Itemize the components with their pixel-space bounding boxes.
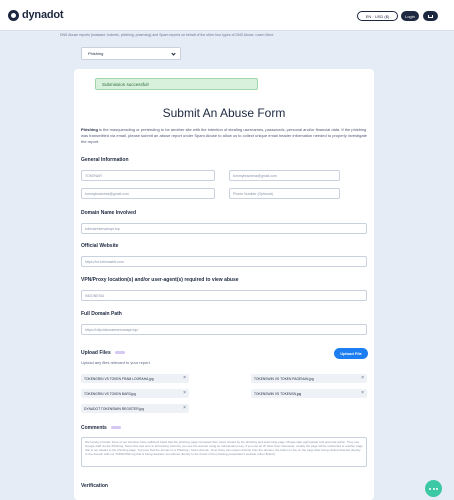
general-info-heading: General Information	[81, 157, 129, 163]
intro-term: Phishing	[81, 127, 98, 132]
upload-subtext: Upload any files relevant to your report…	[81, 360, 151, 365]
uploaded-file: TOKENGRIN VS TOKEN FRAM LOGRAHA.jpg ×	[81, 374, 189, 383]
comments-textarea[interactable]: We hereby provide: there of our intentio…	[81, 437, 367, 467]
page-scrollbar[interactable]	[449, 33, 452, 497]
uploaded-file: DYNADOT TOKENSWIN REGISTER.jpg ×	[81, 404, 189, 413]
name-field[interactable]: TOKENAR	[81, 170, 215, 181]
remove-file-icon[interactable]: ×	[361, 376, 364, 381]
language-currency-selector[interactable]: EN · USD ($)	[357, 11, 398, 21]
abuse-notice: DNS Abuse reports (malware, botnets, phi…	[60, 33, 274, 37]
phone-field[interactable]: Phone Number (Optional)	[229, 188, 340, 199]
cart-button[interactable]	[423, 11, 438, 21]
chevron-down-icon	[171, 51, 176, 56]
intro-text: is the masquerading or pretending to be …	[81, 127, 367, 144]
abuse-form-card: Submission successful! Submit An Abuse F…	[74, 69, 374, 500]
domain-involved-field[interactable]: tokenareservanapr.top	[81, 223, 367, 234]
upload-heading-text: Upload Files	[81, 350, 111, 356]
logo-icon	[8, 9, 19, 21]
file-name: TOKENGRIN VS TOKEN FRAM LOGRAHA.jpg	[84, 376, 154, 381]
remove-file-icon[interactable]: ×	[183, 406, 186, 411]
success-alert: Submission successful!	[95, 78, 258, 90]
official-website-field[interactable]: https://iot.tokenazbit.com	[81, 256, 367, 267]
remove-file-icon[interactable]: ×	[183, 376, 186, 381]
remove-file-icon[interactable]: ×	[183, 391, 186, 396]
optional-badge	[114, 351, 125, 355]
verification-heading: Verification	[81, 483, 108, 489]
comments-heading-text: Comments	[81, 425, 107, 431]
form-intro: Phishing is the masquerading or pretendi…	[81, 127, 367, 145]
email-confirm-field[interactable]: tommybusiness@gmail.com	[81, 188, 215, 199]
abuse-type-value: Phishing	[88, 51, 104, 56]
vpn-heading: VPN/Proxy location(s) and/or user-agent(…	[81, 277, 239, 283]
uploaded-file: TOKENSWIN VS TOKENSN.jpg ×	[251, 389, 367, 398]
email-field[interactable]: tommybusiness@gmail.com	[229, 170, 340, 181]
official-website-heading: Official Website	[81, 243, 119, 249]
uploaded-file: TOKENSWIN VS TOKEN PAGENUN.jpg ×	[251, 374, 367, 383]
abuse-type-select[interactable]: Phishing	[81, 47, 181, 60]
chat-icon	[429, 487, 438, 490]
full-domain-heading: Full Domain Path	[81, 311, 122, 317]
dynadot-logo[interactable]: dynadot	[8, 9, 64, 21]
upload-heading: Upload Files	[81, 350, 125, 356]
optional-badge	[110, 426, 121, 430]
remove-file-icon[interactable]: ×	[361, 391, 364, 396]
chat-button[interactable]	[425, 480, 442, 497]
login-button[interactable]: Login	[401, 11, 419, 21]
domain-involved-heading: Domain Name Involved	[81, 210, 137, 216]
logo-text: dynadot	[22, 9, 64, 21]
vpn-field[interactable]: INDONESIA	[81, 290, 367, 301]
full-domain-field[interactable]: https://rdtp.tokenareservanapr.top/	[81, 324, 367, 335]
file-name: DYNADOT TOKENSWIN REGISTER.jpg	[84, 406, 144, 411]
uploaded-file: TOKENGRIN VS TOKEN BAR3.jpg ×	[81, 389, 189, 398]
comments-heading: Comments	[81, 425, 121, 431]
top-navigation: dynadot EN · USD ($) Login	[0, 0, 454, 31]
file-name: TOKENGRIN VS TOKEN BAR3.jpg	[84, 391, 136, 396]
upload-file-button[interactable]: Upload File	[334, 348, 368, 359]
cart-icon	[428, 14, 433, 18]
page-title: Submit An Abuse Form	[162, 106, 286, 120]
file-name: TOKENSWIN VS TOKENSN.jpg	[254, 391, 302, 396]
file-name: TOKENSWIN VS TOKEN PAGENUN.jpg	[254, 376, 314, 381]
